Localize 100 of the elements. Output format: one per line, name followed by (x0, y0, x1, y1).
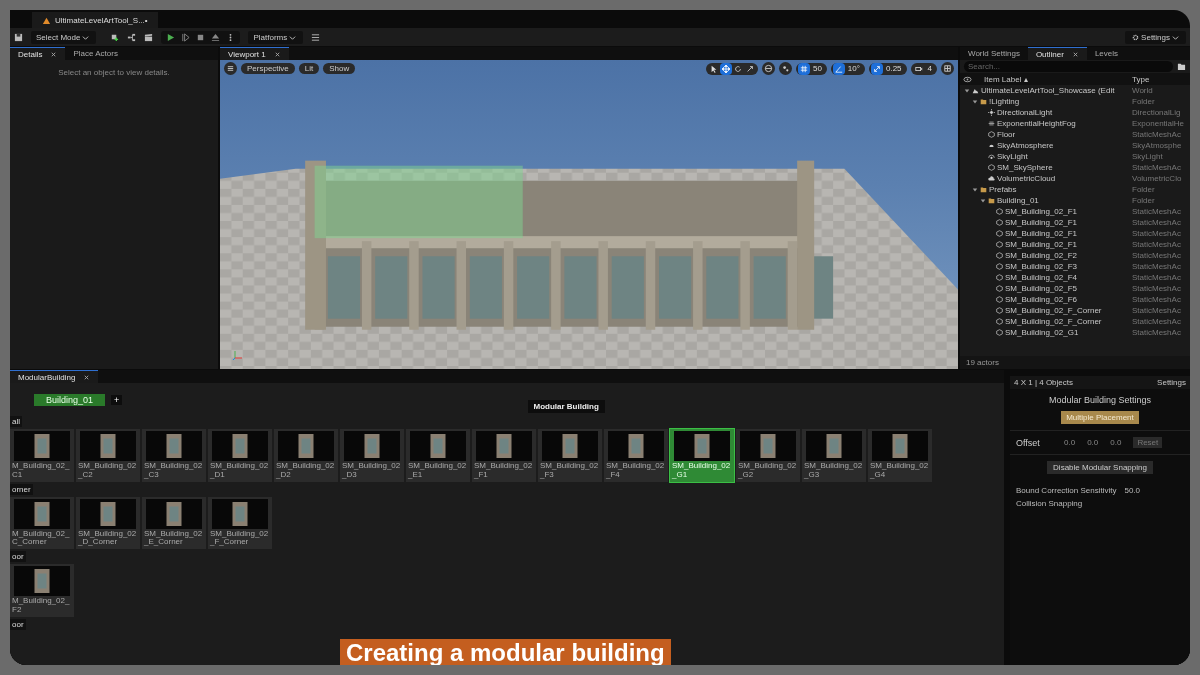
grid-icon (799, 64, 808, 73)
offset-value[interactable]: 0.0 (1110, 438, 1122, 447)
outliner-item[interactable]: Floor (997, 130, 1016, 139)
document-tab[interactable]: UltimateLevelArtTool_S...• (32, 12, 158, 28)
eye-icon[interactable] (963, 74, 972, 84)
mesh-thumbnail[interactable]: SM_Building_02_C2 (76, 429, 140, 482)
column-header[interactable]: Type (1132, 74, 1190, 84)
surface-snap-icon[interactable] (778, 62, 792, 75)
scale-snap-toggle[interactable] (870, 62, 883, 75)
menu-icon[interactable] (224, 62, 237, 75)
mesh-thumbnail[interactable]: SM_Building_02_D_Corner (76, 496, 140, 550)
add-actor-icon[interactable] (110, 32, 120, 42)
outliner-item[interactable]: ExponentialHeightFog (997, 119, 1076, 128)
mesh-thumbnail[interactable]: M_Building_02_F2 (10, 564, 74, 617)
mesh-thumbnail[interactable]: SM_Building_02_E_Corner (142, 496, 206, 550)
outliner-item[interactable]: SM_Building_02_F5 (1005, 284, 1078, 293)
outliner-item[interactable]: SM_Building_02_F1 (1005, 218, 1078, 227)
maximize-icon[interactable] (941, 62, 954, 75)
panel-tab[interactable]: ModularBuilding (10, 370, 99, 383)
panel-tab[interactable]: Outliner (1027, 47, 1087, 60)
outliner-item[interactable]: !Lighting (989, 97, 1020, 106)
mesh-thumbnail[interactable]: SM_Building_02_F_Corner (208, 496, 272, 550)
outliner-item[interactable]: SM_Building_02_F1 (1005, 229, 1078, 238)
step-icon[interactable] (181, 32, 191, 42)
panel-tab[interactable]: World Settings (960, 47, 1028, 60)
viewport-tab[interactable]: Viewport 1 (220, 47, 289, 60)
mesh-thumbnail[interactable]: SM_Building_02_F3 (538, 429, 602, 482)
menu-icon[interactable] (311, 32, 321, 42)
wall-piece-icon (344, 431, 400, 461)
mesh-thumbnail[interactable]: SM_Building_02_E1 (406, 429, 470, 482)
mesh-thumbnail[interactable]: SM_Building_02_G3 (802, 429, 866, 482)
outliner-item[interactable]: Prefabs (989, 185, 1017, 194)
mesh-thumbnail[interactable]: SM_Building_02_D2 (274, 429, 338, 482)
outliner-item[interactable]: DirectionalLight (997, 108, 1053, 117)
angle-snap-toggle[interactable] (832, 62, 845, 75)
mesh-thumbnail[interactable]: M_Building_02_C1 (10, 429, 74, 482)
column-header[interactable]: Item Label ▴ (972, 74, 1132, 84)
snapping-button[interactable]: Disable Modular Snapping (1047, 461, 1153, 474)
stop-icon[interactable] (196, 32, 206, 42)
close-icon[interactable] (50, 50, 58, 58)
mesh-thumbnail[interactable]: SM_Building_02_F1 (472, 429, 536, 482)
add-button[interactable]: + (111, 394, 123, 405)
building-button[interactable]: Building_01 (34, 393, 106, 406)
category-label: oor (10, 551, 26, 563)
outliner-item[interactable]: SkyLight (997, 152, 1028, 161)
wall-piece-icon (608, 431, 664, 461)
view-option-button[interactable]: Perspective (241, 63, 295, 74)
mesh-thumbnail[interactable]: SM_Building_02_C3 (142, 429, 206, 482)
mesh-thumbnail[interactable]: SM_Building_02_D1 (208, 429, 272, 482)
outliner-item[interactable]: SM_Building_02_F2 (1005, 251, 1078, 260)
blueprint-icon[interactable] (127, 32, 137, 42)
outliner-item[interactable]: SM_Building_02_F1 (1005, 240, 1078, 249)
outliner-item[interactable]: SM_Building_02_F_Corner (1005, 317, 1102, 326)
mesh-thumbnail[interactable]: SM_Building_02_G4 (868, 429, 932, 482)
panel-tab[interactable]: Details (10, 47, 66, 60)
close-icon[interactable] (273, 50, 281, 58)
mesh-thumbnail[interactable]: SM_Building_02_G1 (670, 429, 734, 482)
mesh-thumbnail[interactable]: SM_Building_02_G2 (736, 429, 800, 482)
outliner-item[interactable]: SM_SkySphere (997, 163, 1053, 172)
outliner-item[interactable]: SM_Building_02_G1 (1005, 328, 1079, 337)
folder-icon (980, 98, 987, 105)
grid-snap-toggle[interactable] (797, 62, 810, 75)
view-option-button[interactable]: Lit (298, 63, 320, 74)
settings-link[interactable]: Settings (1157, 378, 1186, 387)
globe-icon[interactable] (761, 62, 775, 75)
platforms-dropdown[interactable]: Platforms (248, 30, 304, 44)
panel-tab[interactable]: Place Actors (65, 47, 126, 60)
outliner-item[interactable]: SM_Building_02_F1 (1005, 207, 1078, 216)
panel-tab[interactable]: Levels (1086, 47, 1126, 60)
outliner-item[interactable]: VolumetricCloud (997, 174, 1056, 183)
mesh-thumbnail[interactable]: SM_Building_02_D3 (340, 429, 404, 482)
add-folder-icon[interactable] (1177, 62, 1186, 71)
type-cell-text: StaticMeshAc (1132, 262, 1182, 271)
type-cell-text: World (1132, 86, 1154, 95)
empty-details-hint: Select an object to view details. (57, 68, 171, 77)
outliner-item[interactable]: SM_Building_02_F4 (1005, 273, 1078, 282)
close-icon[interactable] (83, 373, 91, 381)
sensitivity-value[interactable]: 50.0 (1124, 486, 1141, 495)
close-icon[interactable] (1071, 50, 1079, 58)
offset-value[interactable]: 0.0 (1087, 438, 1099, 447)
mesh-thumbnail[interactable]: M_Building_02_C_Corner (10, 496, 74, 550)
outliner-item[interactable]: SM_Building_02_F3 (1005, 262, 1078, 271)
outliner-item[interactable]: Building_01 (997, 196, 1039, 205)
outliner-item[interactable]: SM_Building_02_F6 (1005, 295, 1078, 304)
offset-value[interactable]: 0.0 (1064, 438, 1076, 447)
category-label: all (10, 416, 22, 427)
outliner-item[interactable]: SM_Building_02_F_Corner (1005, 306, 1102, 315)
eject-icon[interactable] (211, 32, 221, 42)
mesh-thumbnail[interactable]: SM_Building_02_F4 (604, 429, 668, 482)
view-option-button[interactable]: Show (323, 63, 356, 74)
outliner-item[interactable]: UltimateLevelArtTool_Showcase (Edit (981, 86, 1115, 95)
search-field[interactable]: Search... (964, 61, 1173, 72)
type-cell-text: StaticMeshAc (1132, 328, 1182, 337)
save-icon[interactable] (14, 32, 23, 42)
mode-dropdown[interactable]: Select Mode (31, 30, 97, 44)
settings-button[interactable]: Settings (1125, 30, 1186, 44)
move-tool-button[interactable] (719, 62, 732, 75)
outliner-item[interactable]: SkyAtmosphere (997, 141, 1054, 150)
clapperboard-icon[interactable] (144, 32, 154, 42)
play-icon[interactable] (166, 32, 176, 42)
